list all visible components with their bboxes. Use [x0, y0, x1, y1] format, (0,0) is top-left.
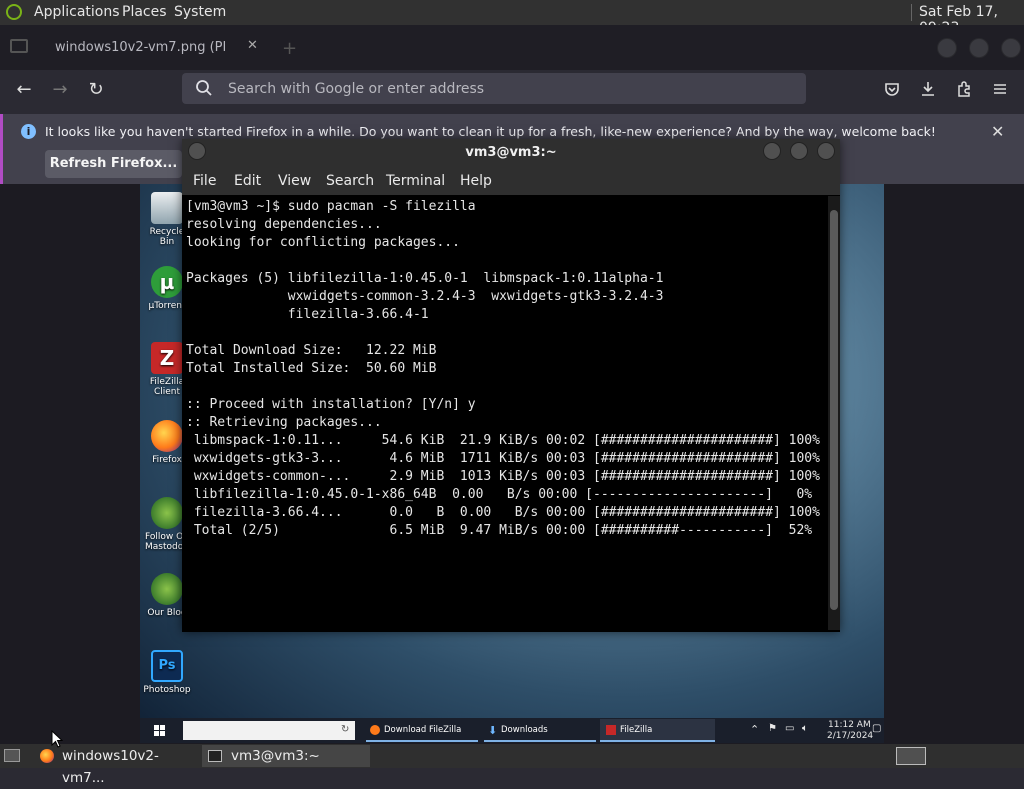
- pocket-icon[interactable]: [883, 80, 901, 98]
- tab-title: windows10v2-vm7.png (PNG Im: [55, 40, 225, 55]
- menu-system[interactable]: System: [174, 4, 226, 20]
- win-clock-date[interactable]: 2/17/2024: [827, 731, 873, 741]
- menu-applications[interactable]: Applications: [34, 4, 120, 20]
- menu-places[interactable]: Places: [122, 4, 167, 20]
- reload-icon[interactable]: ↻: [83, 78, 109, 102]
- top-panel: Applications Places System Sat Feb 17, 0…: [0, 0, 1024, 36]
- terminal-title: vm3@vm3:~: [465, 145, 557, 160]
- terminal-menu-file[interactable]: File: [193, 173, 216, 189]
- tray-flag-icon[interactable]: ⚑: [768, 723, 777, 734]
- utorrent-icon: µ: [151, 266, 183, 298]
- terminal-line: wxwidgets-common-... 2.9 MiB 1013 KiB/s …: [186, 469, 820, 484]
- terminal-menu-help[interactable]: Help: [460, 173, 492, 189]
- terminal-menu-search[interactable]: Search: [326, 173, 374, 189]
- terminal-line: wxwidgets-common-3.2.4-3 wxwidgets-gtk3-…: [186, 289, 664, 304]
- filezilla-small-icon: [606, 725, 616, 735]
- win-task-filezilla[interactable]: FileZilla: [600, 719, 715, 742]
- terminal-task-icon: [208, 750, 222, 762]
- terminal-titlebar[interactable]: vm3@vm3:~: [182, 139, 840, 167]
- bottom-task-firefox[interactable]: windows10v2-vm7...: [36, 745, 198, 786]
- tray-chevron-icon[interactable]: ⌃: [750, 723, 759, 736]
- mouse-cursor-icon: [51, 730, 63, 748]
- terminal-line: filezilla-3.66.4... 0.0 B 0.00 B/s 00:00…: [186, 505, 820, 520]
- terminal-line: looking for conflicting packages...: [186, 235, 460, 250]
- notification-close-icon[interactable]: ✕: [991, 122, 1004, 141]
- terminal-line: Total Download Size: 12.22 MiB: [186, 343, 437, 358]
- terminal-line: :: Proceed with installation? [Y/n] y: [186, 397, 476, 412]
- address-input[interactable]: [226, 78, 790, 100]
- notification-message: It looks like you haven't started Firefo…: [45, 124, 936, 139]
- firefox-task-icon: [40, 749, 54, 763]
- extensions-icon[interactable]: [955, 80, 973, 98]
- terminal-line: :: Retrieving packages...: [186, 415, 382, 430]
- forward-icon[interactable]: →: [47, 78, 73, 102]
- tab-close-icon[interactable]: ✕: [247, 38, 258, 53]
- tray-volume-icon[interactable]: 🔈︎: [802, 723, 808, 734]
- blog-shortcut-icon: [151, 573, 183, 605]
- bottom-task-terminal[interactable]: vm3@vm3:~: [202, 745, 370, 767]
- notification-center-icon[interactable]: ▢: [872, 723, 881, 734]
- refresh-firefox-button[interactable]: Refresh Firefox...: [45, 150, 182, 178]
- firefox-logo-icon: [151, 420, 183, 452]
- terminal-menu-terminal[interactable]: Terminal: [386, 173, 445, 189]
- show-desktop-icon[interactable]: [4, 749, 20, 762]
- terminal-minimize-icon[interactable]: [763, 142, 781, 160]
- desktop-icon-photoshop[interactable]: Ps Photoshop: [142, 650, 192, 695]
- terminal-scrollbar[interactable]: [828, 196, 840, 630]
- hamburger-menu-icon[interactable]: [991, 80, 1009, 98]
- win-task-downloads[interactable]: ⬇ Downloads: [484, 719, 596, 742]
- mastodon-shortcut-icon: [151, 497, 183, 529]
- url-bar[interactable]: [182, 73, 806, 104]
- terminal-close-icon[interactable]: [817, 142, 835, 160]
- new-tab-icon[interactable]: +: [282, 38, 297, 59]
- win-clock-time[interactable]: 11:12 AM: [828, 720, 871, 730]
- recycle-bin-icon: [151, 192, 183, 224]
- photoshop-icon: Ps: [151, 650, 183, 682]
- terminal-menu-icon[interactable]: [188, 142, 206, 160]
- panel-separator: [911, 4, 912, 21]
- downloads-icon[interactable]: [919, 80, 937, 98]
- win-search-icon: ↻: [341, 724, 350, 735]
- terminal-line: [vm3@vm3 ~]$ sudo pacman -S filezilla: [186, 199, 476, 214]
- filezilla-icon: Z: [151, 342, 183, 374]
- info-icon: i: [21, 124, 36, 139]
- terminal-line: libmspack-1:0.11... 54.6 KiB 21.9 KiB/s …: [186, 433, 820, 448]
- firefox-view-icon[interactable]: [10, 39, 28, 53]
- search-icon: [196, 80, 212, 96]
- win-search-box[interactable]: ↻: [183, 721, 355, 740]
- maximize-icon[interactable]: [969, 38, 989, 58]
- terminal-menubar: File Edit View Search Terminal Help: [182, 167, 840, 195]
- download-arrow-icon: ⬇: [488, 724, 498, 737]
- terminal-line: Total Installed Size: 50.60 MiB: [186, 361, 437, 376]
- terminal-menu-edit[interactable]: Edit: [234, 173, 261, 189]
- minimize-icon[interactable]: [937, 38, 957, 58]
- terminal-line: Total (2/5) 6.5 MiB 9.47 MiB/s 00:00 [##…: [186, 523, 813, 538]
- tray-network-icon[interactable]: ▭: [785, 723, 794, 734]
- terminal-line: Packages (5) libfilezilla-1:0.45.0-1 lib…: [186, 271, 664, 286]
- terminal-line: filezilla-3.66.4-1: [186, 307, 429, 322]
- terminal-scroll-thumb[interactable]: [830, 210, 838, 610]
- workspace-switcher[interactable]: [896, 747, 926, 765]
- terminal-maximize-icon[interactable]: [790, 142, 808, 160]
- terminal-line: wxwidgets-gtk3-3... 4.6 MiB 1711 KiB/s 0…: [186, 451, 820, 466]
- terminal-output[interactable]: [vm3@vm3 ~]$ sudo pacman -S filezilla res…: [184, 196, 828, 630]
- terminal-line: libfilezilla-1:0.45.0-1-x86_64B 0.00 B/s…: [186, 487, 813, 502]
- windows-start-icon[interactable]: [154, 725, 165, 736]
- terminal-line: resolving dependencies...: [186, 217, 382, 232]
- win-task-firefox[interactable]: Download FileZilla Cli...: [366, 719, 478, 758]
- gnome-logo-icon[interactable]: [6, 4, 22, 20]
- back-icon[interactable]: ←: [11, 78, 37, 102]
- terminal-menu-view[interactable]: View: [278, 173, 311, 189]
- tab-image[interactable]: windows10v2-vm7.png (PNG Im ✕: [40, 32, 270, 64]
- close-window-icon[interactable]: [1001, 38, 1021, 58]
- firefox-small-icon: [370, 725, 380, 735]
